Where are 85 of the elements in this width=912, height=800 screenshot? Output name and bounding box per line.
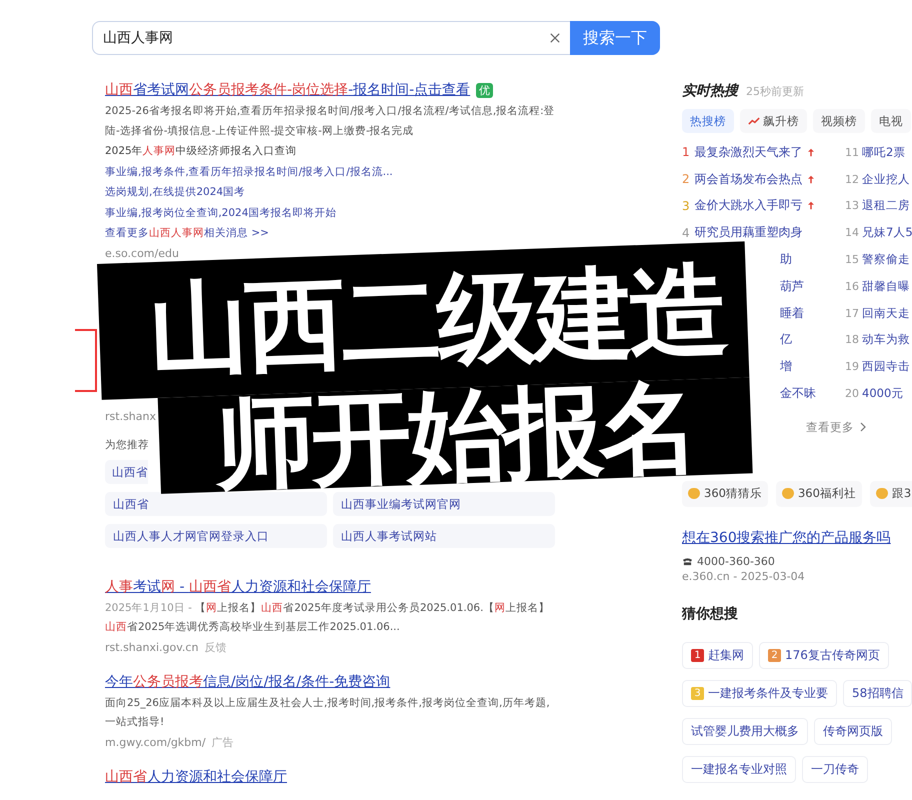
suggestion-tag[interactable]: 2 176复古传奇网页 [759, 642, 889, 669]
rank-number: 18 [845, 333, 859, 346]
hot-search-link[interactable]: 助 [780, 251, 792, 268]
hot-search-link[interactable]: 亿 [780, 331, 792, 348]
rank-number: 3 [682, 198, 690, 213]
rank-number: 20 [845, 387, 859, 400]
rank-number: 14 [845, 226, 859, 240]
hot-search-link[interactable]: 增 [780, 358, 792, 376]
result-url: rst.shanx [105, 408, 157, 424]
sub-link[interactable]: 事业编,报考岗位全查询,2024国考报名即将开始 [105, 202, 560, 223]
suggestion-tag[interactable]: 58招聘信 [843, 680, 912, 707]
recommend-label: 为您推荐 [105, 438, 150, 452]
hot-search-link[interactable]: 葫芦 [780, 278, 804, 295]
trend-up-icon [748, 116, 760, 126]
hot-search-link[interactable]: 动车为救 [862, 332, 910, 348]
app-link[interactable]: 360福利社 [776, 480, 862, 507]
rank-number: 12 [845, 172, 859, 186]
hot-search-link[interactable]: 4000元 [862, 386, 904, 402]
sub-link[interactable]: 查看更多山西人事网相关消息 >> [105, 223, 560, 244]
recommend-link[interactable]: 山西省 [105, 492, 327, 516]
suggestion-tag[interactable]: 试管婴儿费用大概多 [682, 718, 808, 745]
hot-search-link[interactable]: 金不昧 [780, 385, 816, 402]
rank-number: 15 [845, 253, 859, 266]
app-link[interactable]: 360猜猜乐 [682, 480, 768, 507]
list-tab[interactable]: 热搜榜 [682, 109, 734, 133]
rank-number: 16 [845, 280, 859, 293]
search-field[interactable]: 山西人事网 [92, 21, 570, 55]
hot-search-link[interactable]: 回南天走 [862, 306, 910, 321]
result-url: m.gwy.com/gkbm/ [105, 734, 206, 750]
guess-title: 猜你想搜 [682, 604, 739, 623]
sub-link[interactable]: 选岗规划,在线提供2024国考 [105, 182, 560, 202]
suggestion-tag[interactable]: 一刀传奇 [802, 756, 868, 783]
suggestion-tag[interactable]: 传奇网页版 [814, 718, 892, 745]
hot-search-link[interactable]: 甜馨自曝 [862, 278, 910, 294]
suggestion-tag[interactable]: 一建报名专业对照 [682, 756, 796, 783]
phone-number: 4000-360-360 [697, 554, 775, 568]
suggestion-tag[interactable]: 3 一建报考条件及专业要 [682, 680, 837, 707]
clear-icon[interactable] [550, 33, 560, 43]
hot-search-link[interactable]: 警察偷走 [862, 252, 910, 268]
hot-search-link[interactable]: 研究员用藕重塑肉身 [694, 224, 803, 242]
sub-link[interactable]: 2025年人事网中级经济师报名入口查询 [105, 141, 560, 162]
rank-number: 2 [682, 172, 690, 186]
see-more-link[interactable]: 查看更多 [806, 420, 854, 435]
list-tab[interactable]: 视频榜 [813, 109, 865, 133]
recommend-link[interactable]: 山西事业编考试网官网 [333, 492, 555, 516]
hot-search-link[interactable]: 哪吒2票 [862, 144, 906, 160]
rank-badge: 2 [768, 648, 781, 662]
list-tab[interactable]: 飙升榜 [740, 109, 807, 133]
hot-search-link[interactable]: 两会首场发布会热点 [694, 170, 803, 188]
update-time: 25秒前更新 [746, 84, 804, 99]
rank-number: 13 [845, 199, 859, 212]
hot-search-link[interactable]: 兄妹7人5 [862, 225, 912, 240]
app-link[interactable]: 跟3 [870, 480, 912, 507]
rank-number: 1 [682, 145, 690, 160]
quality-badge: 优 [476, 82, 494, 98]
result-snippet: 2025-26省考报名即将开始,查看历年招录报名时间/报考入口/报名流程/考试信息,报名流程:登陆-选择省份-填报信息-上传证件照-提交审核-网上缴费-报名完成 [105, 104, 556, 138]
recommend-link[interactable]: 山西省 [105, 460, 148, 484]
hot-search-link[interactable]: 企业挖人 [862, 172, 910, 187]
hot-search-link[interactable]: 退租二房 [862, 198, 910, 214]
recommend-link[interactable]: 山西人事人才网官网登录入口 [105, 524, 327, 548]
ad-url: e.360.cn - 2025-03-04 [682, 570, 806, 583]
phone-icon [682, 556, 693, 566]
recommend-link[interactable]: 山西人事考试网站 [333, 524, 555, 548]
image-frame [75, 328, 97, 392]
rank-number: 11 [845, 146, 859, 159]
chevron-right-icon[interactable] [860, 422, 866, 432]
rank-number: 17 [845, 306, 859, 320]
list-tab[interactable]: 电视 [871, 109, 911, 133]
search-button[interactable]: 搜索一下 [570, 21, 660, 55]
rank-number: 4 [682, 226, 690, 240]
suggestion-tag[interactable]: 1 赶集网 [682, 642, 753, 669]
rank-badge: 3 [691, 686, 704, 700]
hot-search-title: 实时热搜 [682, 82, 738, 100]
hot-search-link[interactable]: 睡着 [780, 304, 804, 322]
hot-search-link[interactable]: 最复杂激烈天气来了 [694, 144, 803, 161]
rank-number: 19 [845, 360, 859, 374]
result-url: rst.shanxi.gov.cn [105, 640, 198, 656]
hot-search-link[interactable]: 西园寺击 [862, 359, 910, 374]
result-snippet: 2025年1月10日 - 【网上报名】山西省2025年度考试录用公务员2025.01.06.【网上报名】 山西省2025年选调优秀高校毕业生到基层工作2025.01.06... [105, 600, 550, 635]
ad-title-link[interactable]: 想在360搜索推广您的产品服务吗 [682, 528, 912, 547]
rank-badge: 1 [691, 648, 704, 662]
result-snippet: 面向25_26应届本科及以上应届生及社会人士,报考时间,报考条件,报考岗位全查询,历年考题,一站式指导! [105, 696, 551, 730]
hot-search-link[interactable]: 金价大跳水入手即亏 [694, 197, 803, 214]
result-url: e.so.com/edu [105, 246, 179, 262]
sub-link[interactable]: 事业编,报考条件,查看历年招录报名时间/报考入口/报名流... [105, 162, 560, 182]
